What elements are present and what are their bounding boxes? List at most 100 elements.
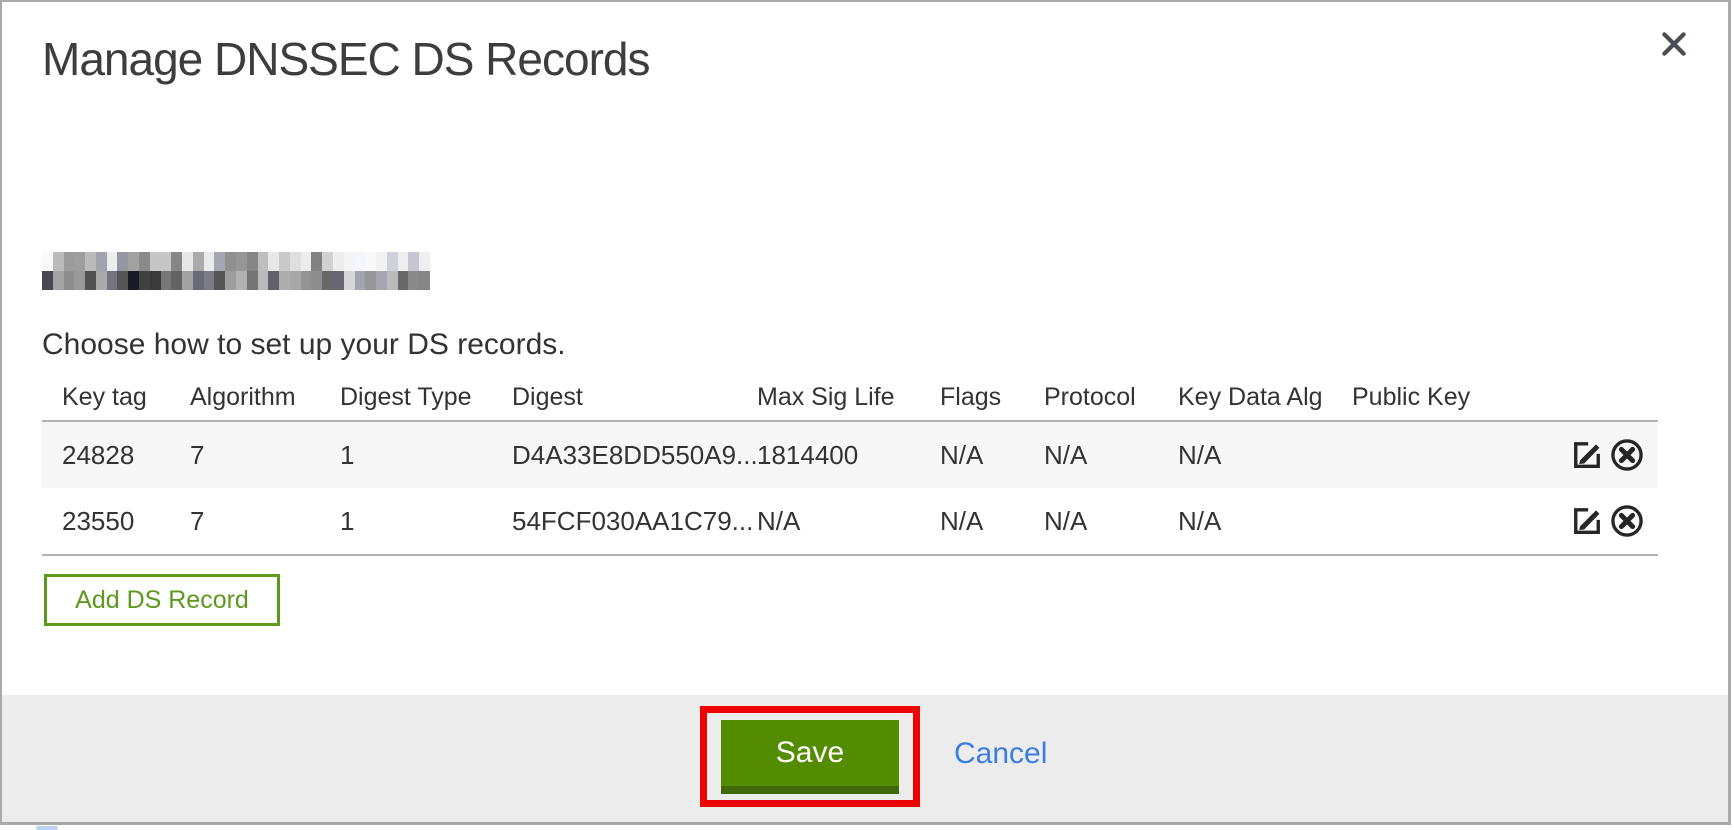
redacted-pixel-block — [150, 252, 161, 271]
redacted-pixel-block — [365, 271, 376, 290]
column-header: Key tag — [62, 383, 190, 412]
cell-algorithm: 7 — [190, 440, 340, 471]
background-page-fragment — [36, 826, 58, 830]
dnssec-dialog: Manage DNSSEC DS Records Choose how to s… — [0, 0, 1731, 825]
cancel-link[interactable]: Cancel — [954, 737, 1047, 771]
redacted-pixel-block — [214, 252, 225, 271]
column-header: Flags — [940, 383, 1044, 412]
redacted-pixel-block — [74, 252, 85, 271]
redacted-pixel-block — [161, 252, 172, 271]
redacted-pixel-block — [376, 271, 387, 290]
table-body: 2482871D4A33E8DD550A9...1814400N/AN/AN/A… — [42, 420, 1658, 556]
cell-key-tag: 24828 — [62, 440, 190, 471]
redacted-pixel-block — [311, 271, 322, 290]
redacted-pixel-block — [182, 252, 193, 271]
redacted-pixel-block — [355, 271, 366, 290]
redacted-pixel-block — [128, 252, 139, 271]
redacted-pixel-block — [376, 252, 387, 271]
redacted-pixel-block — [398, 271, 409, 290]
redacted-pixel-block — [258, 271, 269, 290]
redacted-pixel-block — [53, 271, 64, 290]
table-row: 2482871D4A33E8DD550A9...1814400N/AN/AN/A — [42, 420, 1658, 488]
redacted-pixel-block — [85, 271, 96, 290]
redacted-pixel-block — [236, 252, 247, 271]
row-actions — [1567, 502, 1658, 540]
instruction-text: Choose how to set up your DS records. — [42, 328, 566, 362]
redacted-pixel-block — [64, 252, 75, 271]
table-header-row: Key tagAlgorithmDigest TypeDigestMax Sig… — [42, 374, 1658, 420]
redacted-pixel-block — [322, 271, 333, 290]
edit-icon — [1569, 503, 1605, 539]
redacted-pixel-block — [117, 252, 128, 271]
cell-digest: 54FCF030AA1C79... — [512, 506, 757, 537]
domain-name-redacted — [42, 252, 430, 290]
redacted-pixel-block — [85, 252, 96, 271]
edit-record-button[interactable] — [1568, 436, 1606, 474]
redacted-pixel-block — [182, 271, 193, 290]
redacted-pixel-block — [398, 252, 409, 271]
redacted-pixel-block — [107, 252, 118, 271]
save-button[interactable]: Save — [721, 720, 899, 794]
redacted-pixel-block — [344, 271, 355, 290]
cell-protocol: N/A — [1044, 440, 1178, 471]
redacted-pixel-block — [236, 271, 247, 290]
redacted-pixel-block — [96, 271, 107, 290]
redacted-pixel-block — [279, 271, 290, 290]
close-button[interactable] — [1652, 22, 1696, 66]
redacted-pixel-block — [301, 252, 312, 271]
redacted-pixel-block — [193, 252, 204, 271]
redacted-pixel-block — [193, 271, 204, 290]
redacted-pixel-block — [74, 271, 85, 290]
close-icon — [1658, 28, 1690, 60]
redacted-pixel-block — [247, 252, 258, 271]
delete-x-icon — [1609, 503, 1645, 539]
cell-digest-type: 1 — [340, 506, 512, 537]
redacted-pixel-block — [204, 252, 215, 271]
redacted-pixel-block — [139, 252, 150, 271]
redacted-pixel-block — [290, 252, 301, 271]
cell-digest: D4A33E8DD550A9... — [512, 440, 757, 471]
redacted-pixel-block — [150, 271, 161, 290]
redacted-pixel-block — [139, 271, 150, 290]
redacted-pixel-block — [268, 271, 279, 290]
cell-max-sig-life: 1814400 — [757, 440, 940, 471]
column-header: Digest — [512, 383, 757, 412]
redacted-pixel-block — [419, 252, 430, 271]
redacted-pixel-block — [96, 252, 107, 271]
redacted-pixel-block — [301, 271, 312, 290]
cell-digest-type: 1 — [340, 440, 512, 471]
redacted-pixel-block — [365, 252, 376, 271]
cell-key-tag: 23550 — [62, 506, 190, 537]
cell-protocol: N/A — [1044, 506, 1178, 537]
edit-record-button[interactable] — [1568, 502, 1606, 540]
redacted-pixel-block — [333, 252, 344, 271]
redacted-pixel-block — [107, 271, 118, 290]
redacted-pixel-block — [42, 252, 53, 271]
column-header: Key Data Alg — [1178, 383, 1352, 412]
redacted-pixel-block — [290, 271, 301, 290]
annotation-rectangle: Save — [700, 706, 920, 807]
redacted-pixel-block — [258, 252, 269, 271]
column-header: Digest Type — [340, 383, 512, 412]
redacted-pixel-block — [225, 252, 236, 271]
column-header: Protocol — [1044, 383, 1178, 412]
redacted-pixel-block — [171, 252, 182, 271]
add-ds-record-button[interactable]: Add DS Record — [44, 574, 280, 626]
redacted-pixel-block — [128, 271, 139, 290]
cell-flags: N/A — [940, 440, 1044, 471]
redacted-pixel-block — [311, 252, 322, 271]
column-header: Max Sig Life — [757, 383, 940, 412]
delete-record-button[interactable] — [1608, 502, 1646, 540]
redacted-pixel-block — [171, 271, 182, 290]
table-row: 235507154FCF030AA1C79...N/AN/AN/AN/A — [42, 488, 1658, 556]
column-header: Public Key — [1352, 383, 1567, 412]
cell-key-data-alg: N/A — [1178, 506, 1352, 537]
cell-algorithm: 7 — [190, 506, 340, 537]
cell-flags: N/A — [940, 506, 1044, 537]
redacted-pixel-block — [279, 252, 290, 271]
redacted-pixel-block — [344, 252, 355, 271]
ds-records-table: Key tagAlgorithmDigest TypeDigestMax Sig… — [42, 374, 1658, 556]
redacted-pixel-block — [247, 271, 258, 290]
dialog-title: Manage DNSSEC DS Records — [42, 32, 649, 86]
delete-record-button[interactable] — [1608, 436, 1646, 474]
